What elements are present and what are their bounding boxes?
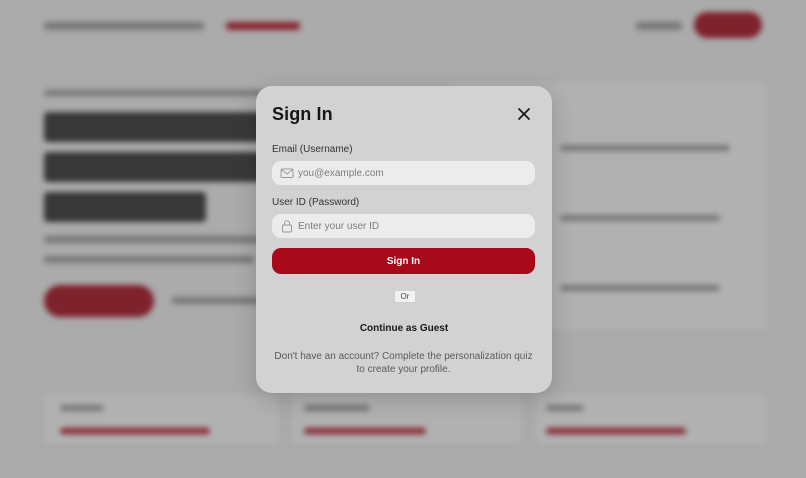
email-field[interactable] [298,161,528,185]
lock-icon [282,220,292,233]
close-button[interactable] [516,106,532,122]
continue-as-guest-button[interactable]: Continue as Guest [316,320,492,336]
modal-title: Sign In [272,104,333,124]
password-label: User ID (Password) [272,197,360,208]
email-field-wrap[interactable] [272,161,535,185]
mail-icon [280,168,294,178]
sign-in-modal: Sign In Email (Username) User ID (Passwo… [256,86,552,393]
password-field[interactable] [298,214,528,238]
signup-hint-text: Don't have an account? Complete the pers… [274,351,533,375]
password-field-wrap[interactable] [272,214,535,238]
or-divider: Or [394,290,416,303]
sign-in-button[interactable]: Sign In [272,248,535,274]
close-icon [518,108,530,120]
page: Sign In Email (Username) User ID (Passwo… [0,0,806,478]
email-label: Email (Username) [272,144,353,155]
